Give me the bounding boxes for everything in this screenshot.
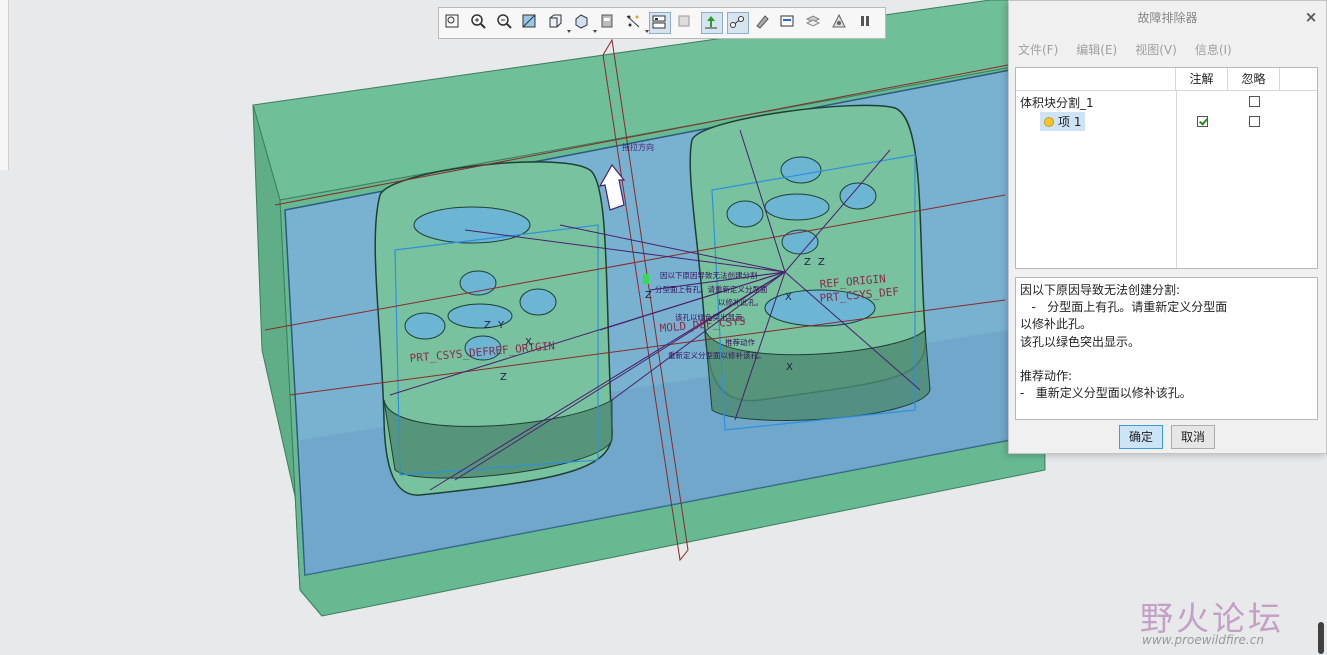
slot-left-top [413,206,531,244]
saved-orientations-button[interactable] [572,12,597,34]
svg-text:X: X [525,337,532,348]
annotation-display-button[interactable] [675,12,697,34]
dialog-title: 故障排除器 [1137,11,1198,25]
svg-text:X: X [785,292,792,303]
spin-center-button[interactable] [700,12,723,34]
hole-left-3 [404,312,446,340]
description-line: 该孔以绿色突出显示。 [1020,334,1141,349]
datum-points-button[interactable] [726,12,749,34]
close-icon[interactable]: × [1304,10,1318,25]
chevron-down-icon [644,30,649,33]
svg-text:重新定义分型面以修补该孔。: 重新定义分型面以修补该孔。 [668,350,766,360]
svg-text:Y: Y [497,320,505,331]
svg-text:Z: Z [500,372,507,383]
tree-header-ignore[interactable]: 忽略 [1228,68,1280,91]
pull-direction-label: 拖拉方向 [622,142,654,152]
description-line: 以修补此孔。 [1020,317,1093,332]
hole-right-1 [780,156,822,184]
chevron-down-icon [592,30,597,33]
svg-text:X: X [786,362,793,373]
description-line [1020,351,1313,368]
scrollbar-thumb[interactable] [1318,622,1324,654]
svg-text:分型面上有孔。请重新定义分型面: 分型面上有孔。请重新定义分型面 [655,284,768,294]
description-line: 推荐动作: [1020,368,1073,383]
svg-text:Z: Z [804,257,811,268]
hole-right-5 [781,229,819,255]
refit-button[interactable] [443,12,465,34]
issue-tree[interactable]: 注解 忽略 体积块分割_1 项 1 [1015,67,1318,269]
pause-button[interactable] [856,12,878,34]
description-line: 因以下原因导致无法创建分割: [1020,283,1181,297]
item-note-checkbox[interactable] [1197,116,1208,127]
svg-text:Z: Z [484,320,491,331]
tree-header-name [1016,68,1176,91]
svg-text:推荐动作: 推荐动作 [725,337,755,347]
hidden-line-button[interactable] [830,12,852,34]
svg-text:Z: Z [818,257,825,268]
sketch-view-button[interactable] [753,12,775,34]
svg-text:该孔以绿色突出显示。: 该孔以绿色突出显示。 [675,312,750,322]
section-display-button[interactable] [778,12,800,34]
dialog-menubar: 文件(F) 编辑(E) 视图(V) 信息(I) [1009,37,1241,63]
graphics-toolbar [438,7,886,39]
datum-display-filters-button[interactable] [649,12,672,34]
parent-ignore-checkbox[interactable] [1249,96,1260,107]
layers-button[interactable] [804,12,826,34]
issue-description: 因以下原因导致无法创建分割: - 分型面上有孔。请重新定义分型面 以修补此孔。该孔… [1015,277,1318,420]
display-style-button[interactable] [546,12,572,34]
tree-parent-label[interactable]: 体积块分割_1 [1020,94,1094,111]
svg-text:Z: Z [645,290,652,301]
chevron-down-icon [567,30,572,33]
hole-left-4 [519,288,557,316]
tree-item-label: 项 1 [1058,115,1082,129]
cancel-button[interactable]: 取消 [1171,425,1215,449]
troubleshooter-dialog: 故障排除器 × 文件(F) 编辑(E) 视图(V) 信息(I) 注解 忽略 体积… [1008,0,1327,454]
repaint-button[interactable] [520,12,542,34]
zoom-out-button[interactable] [495,12,517,34]
menu-edit[interactable]: 编辑(E) [1067,37,1126,63]
description-line: - 重新定义分型面以修补该孔。 [1020,386,1192,401]
zoom-in-button[interactable] [469,12,491,34]
item-ignore-checkbox[interactable] [1249,116,1260,127]
tree-header-blank [1280,68,1317,91]
hole-right-3 [764,193,830,221]
ok-button[interactable]: 确定 [1119,425,1163,449]
menu-file[interactable]: 文件(F) [1009,37,1067,63]
menu-view[interactable]: 视图(V) [1126,37,1186,63]
bulb-icon [1044,116,1054,127]
watermark-url: www.proewildfire.cn [1142,633,1264,647]
hole-highlight [643,274,649,284]
svg-text:以修补此孔。: 以修补此孔。 [718,297,763,307]
view-manager-button[interactable] [598,12,620,34]
tree-header-note[interactable]: 注解 [1176,68,1228,91]
tree-item-row[interactable]: 项 1 [1040,112,1086,131]
column-divider [1176,91,1177,268]
svg-text:因以下原因导致无法创建分割: 因以下原因导致无法创建分割 [660,270,758,280]
description-line: - 分型面上有孔。请重新定义分型面 [1020,300,1228,315]
forum-watermark: 野火论坛 www.proewildfire.cn [1140,592,1310,652]
hole-right-2 [726,200,764,228]
perspective-button[interactable] [624,12,649,34]
menu-info[interactable]: 信息(I) [1186,37,1241,63]
